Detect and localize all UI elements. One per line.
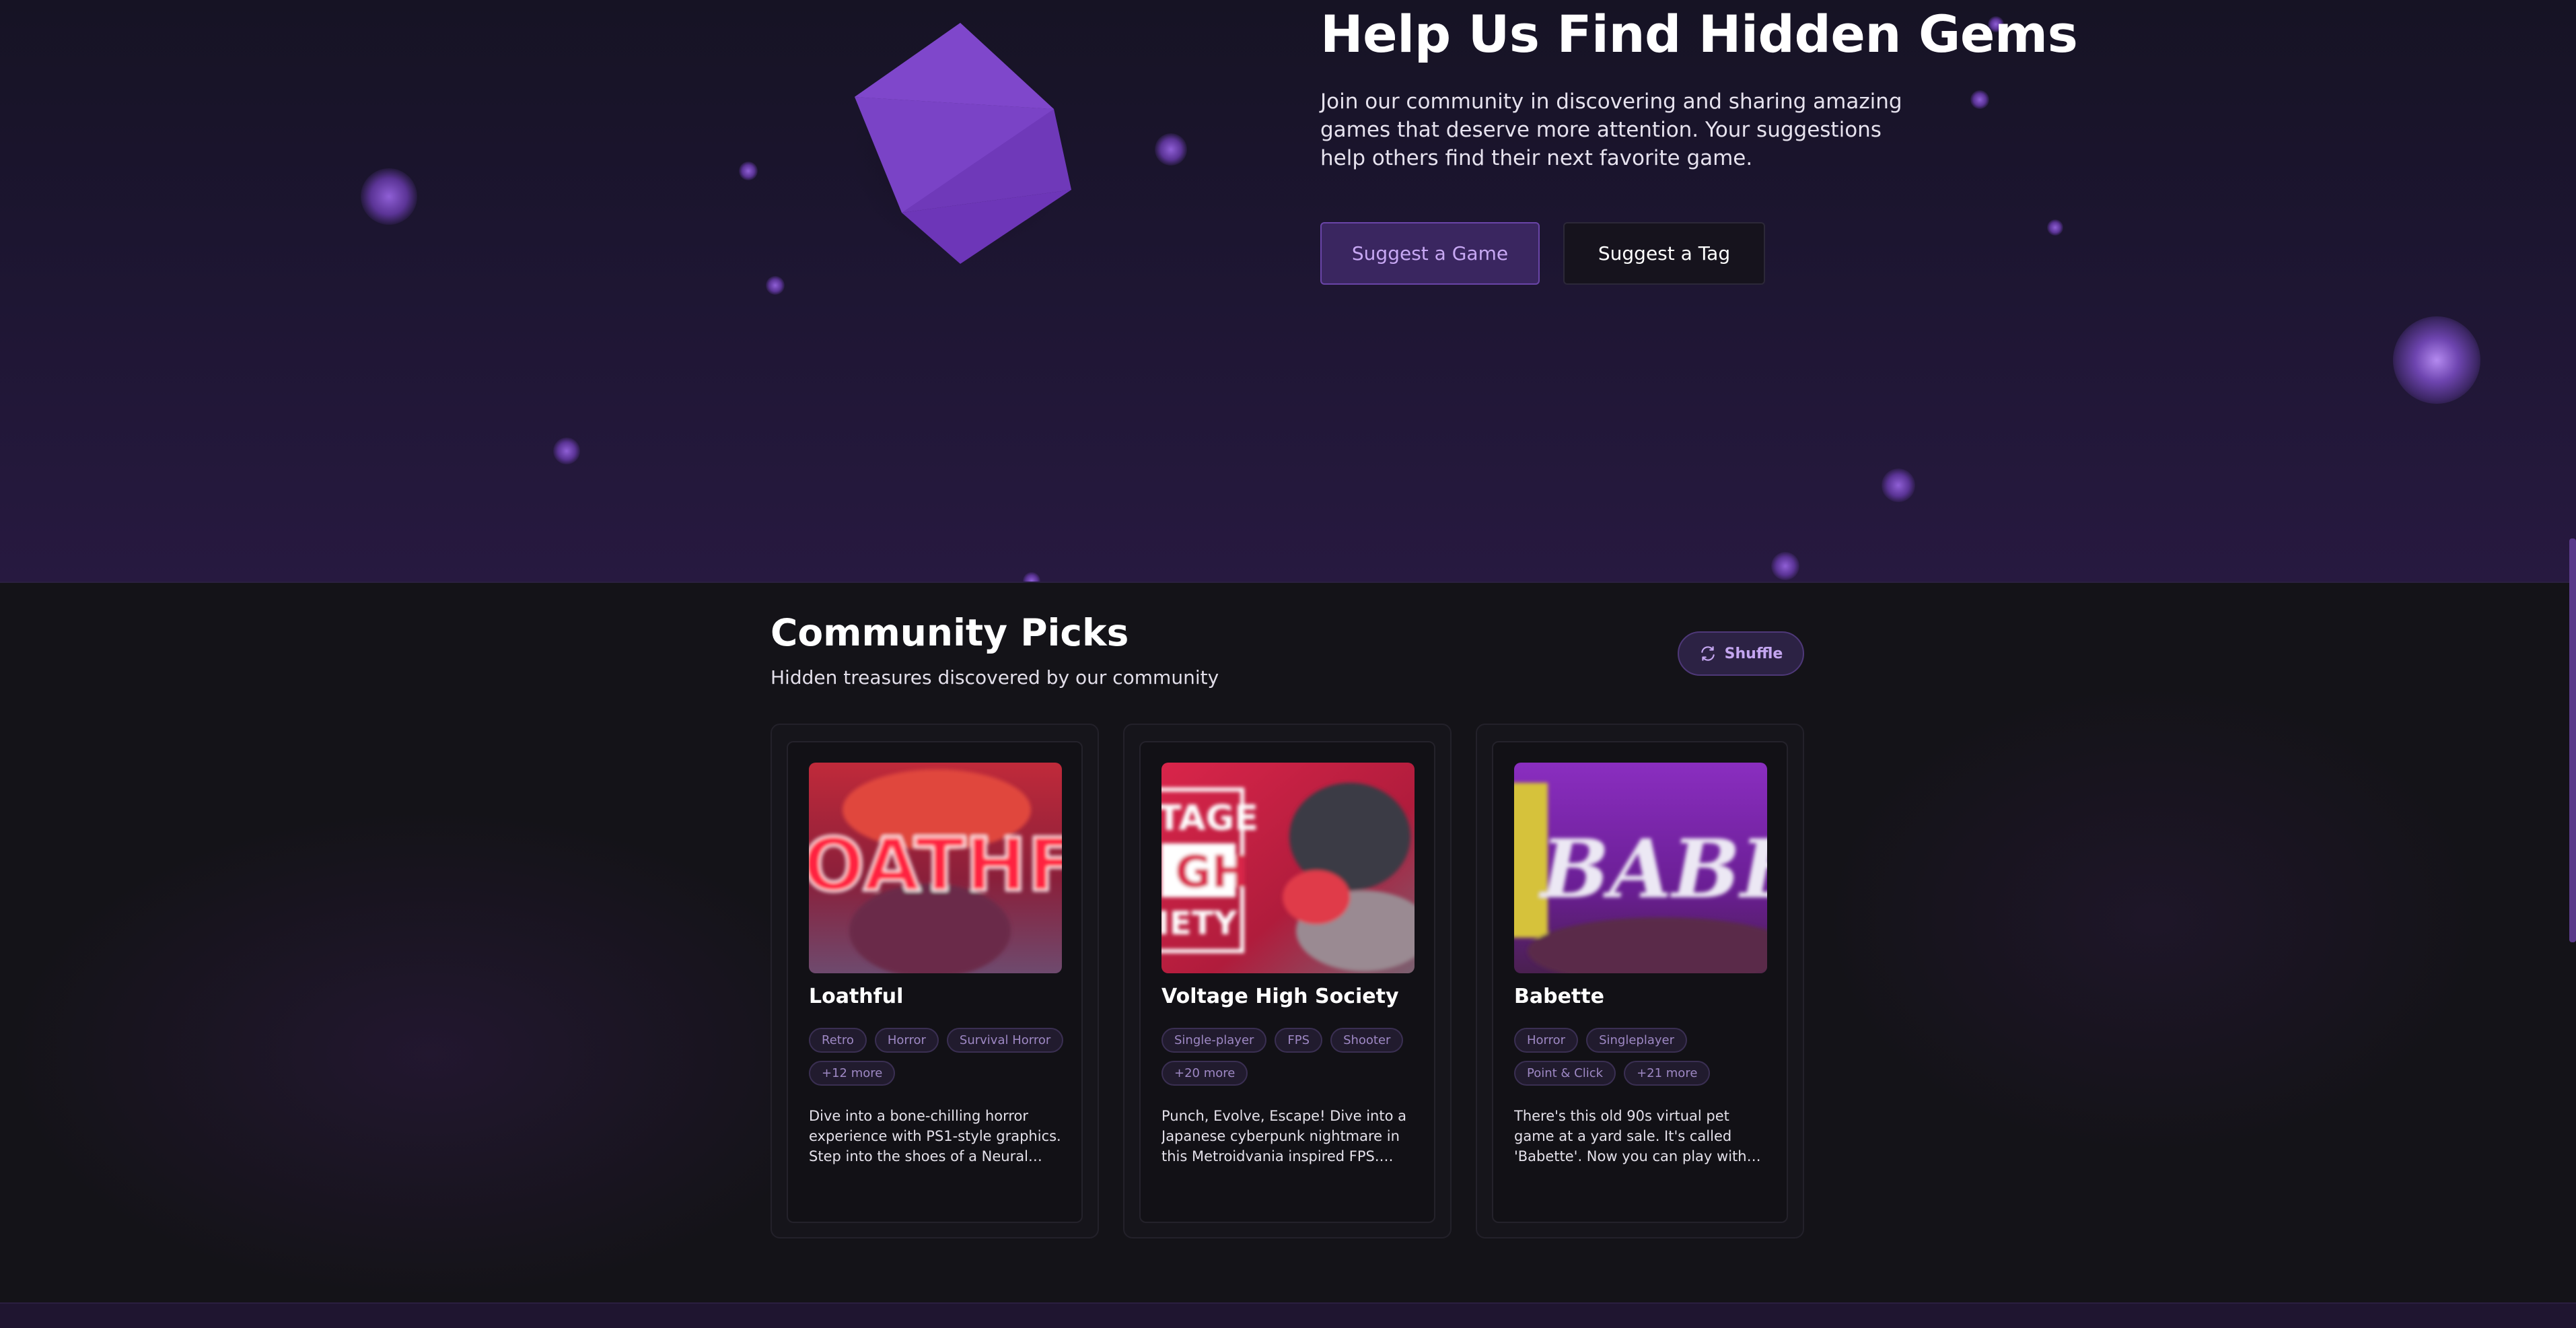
tag[interactable]: Single-player <box>1161 1028 1267 1053</box>
decorative-orb <box>1882 468 1915 502</box>
tag[interactable]: Point & Click <box>1514 1061 1616 1086</box>
section-title: Community Picks <box>771 611 1129 654</box>
game-title[interactable]: Babette <box>1514 985 1604 1008</box>
suggest-tag-button[interactable]: Suggest a Tag <box>1563 222 1765 285</box>
footer-edge <box>0 1302 2576 1328</box>
game-card[interactable]: OATHFU Loathful Retro Horror Survival Ho… <box>771 724 1099 1238</box>
thumbnail-text: TAGE <box>1161 798 1258 839</box>
decorative-orb <box>766 276 785 295</box>
decorative-orb <box>1155 133 1187 166</box>
hero-subtitle: Join our community in discovering and sh… <box>1320 90 1902 170</box>
decorative-orb <box>1023 572 1040 582</box>
tag[interactable]: Retro <box>809 1028 867 1053</box>
decorative-orb <box>2047 219 2063 236</box>
game-card[interactable]: TAGE GH IETY Voltage High Society Single… <box>1123 724 1452 1238</box>
game-card-inner: OATHFU Loathful Retro Horror Survival Ho… <box>787 741 1083 1223</box>
tag[interactable]: FPS <box>1275 1028 1323 1053</box>
game-title[interactable]: Loathful <box>809 985 903 1008</box>
game-description: Dive into a bone-chilling horror experie… <box>809 1108 1061 1164</box>
game-card[interactable]: BABET Babette Horror Singleplayer Point … <box>1476 724 1804 1238</box>
game-thumbnail[interactable]: TAGE GH IETY <box>1161 763 1415 973</box>
tag-list: Horror Singleplayer Point & Click +21 mo… <box>1514 1028 1770 1086</box>
hero-title: Help Us Find Hidden Gems <box>1320 4 2078 64</box>
shuffle-icon <box>1699 645 1717 662</box>
more-tags[interactable]: +21 more <box>1624 1061 1711 1086</box>
decorative-orb <box>361 168 417 225</box>
thumbnail-text: OATHFU <box>809 822 1062 908</box>
game-card-inner: BABET Babette Horror Singleplayer Point … <box>1492 741 1788 1223</box>
tag-list: Single-player FPS Shooter +20 more <box>1161 1028 1417 1086</box>
tag[interactable]: Survival Horror <box>946 1028 1064 1053</box>
decorative-orb <box>1970 90 1989 109</box>
thumbnail-text: BABET <box>1539 822 1767 917</box>
game-title[interactable]: Voltage High Society <box>1161 985 1399 1008</box>
cube-icon <box>808 13 1117 296</box>
suggest-game-button[interactable]: Suggest a Game <box>1320 222 1540 285</box>
shuffle-button[interactable]: Shuffle <box>1678 631 1804 676</box>
thumbnail-text: IETY <box>1161 905 1238 942</box>
more-tags[interactable]: +12 more <box>809 1061 896 1086</box>
scrollbar[interactable] <box>2569 0 2576 1327</box>
tag-list: Retro Horror Survival Horror +12 more <box>809 1028 1065 1086</box>
decorative-orb <box>2393 316 2480 404</box>
scrollbar-thumb[interactable] <box>2569 538 2576 942</box>
hero-section: Help Us Find Hidden Gems Join our commun… <box>0 0 2576 582</box>
tag[interactable]: Horror <box>1514 1028 1579 1053</box>
game-description: Punch, Evolve, Escape! Dive into a Japan… <box>1161 1108 1406 1164</box>
decorative-orb <box>553 438 580 464</box>
tag[interactable]: Shooter <box>1330 1028 1404 1053</box>
tag[interactable]: Horror <box>874 1028 939 1053</box>
thumbnail-text: GH <box>1175 846 1248 898</box>
game-thumbnail[interactable]: BABET <box>1514 763 1767 973</box>
tag[interactable]: Singleplayer <box>1586 1028 1687 1053</box>
decorative-orb <box>1771 552 1799 580</box>
game-thumbnail[interactable]: OATHFU <box>809 763 1062 973</box>
decorative-orb <box>739 162 758 180</box>
shuffle-label: Shuffle <box>1724 645 1783 662</box>
game-card-inner: TAGE GH IETY Voltage High Society Single… <box>1139 741 1435 1223</box>
game-description: There's this old 90s virtual pet game at… <box>1514 1108 1747 1164</box>
more-tags[interactable]: +20 more <box>1161 1061 1248 1086</box>
section-subtitle: Hidden treasures discovered by our commu… <box>771 666 1219 689</box>
